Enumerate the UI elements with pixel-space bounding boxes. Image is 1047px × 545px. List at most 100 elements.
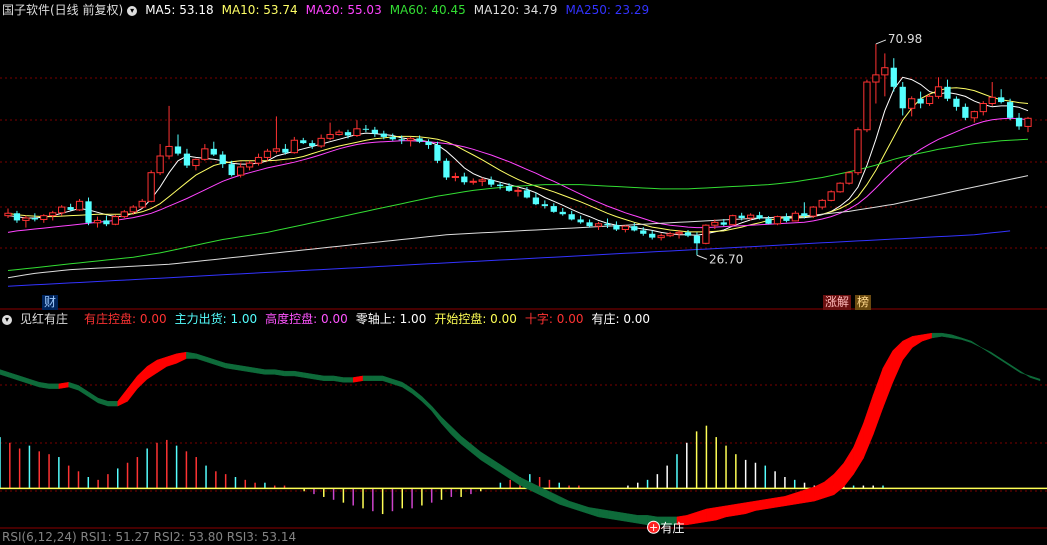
youzhuang-label: 有庄	[661, 520, 685, 535]
candle-body	[49, 212, 57, 217]
candle-body	[854, 129, 862, 174]
zhuang-band-segment	[392, 378, 403, 388]
zhuang-band-segment	[186, 351, 197, 359]
zhuang-band-segment	[323, 375, 334, 381]
candle-body	[550, 206, 557, 212]
candle-body	[505, 186, 513, 191]
zhuang-band-segment	[863, 394, 874, 459]
candle-body	[541, 204, 548, 207]
candlestick-chart: 70.98 26.70 + 有庄	[0, 32, 1047, 535]
candle-body	[478, 179, 486, 182]
candle-body	[631, 226, 638, 231]
candle-body	[756, 215, 763, 219]
ma-legend-item: MA120: 34.79	[473, 3, 558, 17]
limit-up-badge[interactable]: 涨解	[823, 295, 852, 310]
zhuang-band-segment	[274, 369, 285, 377]
zhuang-band-segment	[755, 499, 766, 511]
candle-body	[201, 148, 209, 160]
candle-body	[773, 216, 782, 225]
zhuang-band-segment	[176, 351, 187, 364]
candle-body	[783, 216, 790, 221]
zhuang-band-segment	[617, 511, 629, 522]
candle-body	[559, 211, 566, 215]
candle-body	[657, 235, 665, 239]
zhuang-band-segment	[78, 384, 89, 397]
zhuang-band-segment	[58, 381, 69, 389]
zhuang-band-segment	[313, 374, 325, 381]
zhuang-band-segment	[1010, 364, 1021, 374]
zhuang-band-segment	[88, 391, 99, 404]
settings-dropdown-icon[interactable]: ▾	[127, 5, 138, 16]
zhuang-band-segment	[931, 332, 943, 339]
candle-body	[747, 214, 755, 219]
candle-body	[827, 191, 835, 201]
candle-body	[4, 212, 12, 217]
zhuang-band-segment	[402, 381, 413, 394]
candle-body	[129, 206, 137, 213]
indicator-legend-item: 有庄: 0.00	[591, 312, 651, 326]
candle-body	[738, 215, 745, 219]
zhuang-band-segment	[382, 375, 393, 385]
zhuang-band-segment	[19, 375, 30, 385]
candle-body	[801, 213, 808, 217]
candle-body	[872, 74, 880, 83]
indicator-title[interactable]: 见红有庄	[20, 312, 68, 326]
zhuang-band-segment	[774, 496, 786, 508]
ma-line-ma250	[7, 230, 1011, 287]
candle-body	[1015, 117, 1023, 127]
zhuang-band-segment	[480, 451, 491, 467]
zhuang-band-segment	[470, 443, 482, 461]
zhuang-band-segment	[333, 375, 344, 383]
ranking-badge[interactable]: 榜	[855, 295, 872, 310]
main-chart-title[interactable]: 国子软件(日线 前复权)	[2, 3, 123, 17]
zhuang-band-segment	[794, 489, 805, 505]
ma-legend-item: MA10: 53.74	[221, 3, 298, 17]
zhuang-band-segment	[971, 340, 982, 348]
candle-body	[621, 225, 629, 230]
zhuang-band-segment	[941, 332, 952, 339]
candle-body	[290, 139, 298, 154]
candle-body	[371, 129, 378, 134]
candle-body	[317, 137, 325, 147]
zhuang-band-segment	[784, 492, 795, 507]
candle-body	[75, 200, 84, 211]
candle-body	[263, 150, 272, 158]
candle-body	[675, 231, 683, 235]
zhuang-band-segment	[686, 511, 697, 526]
candle-body	[103, 220, 110, 225]
ma-legend: MA5: 53.18 MA10: 53.74 MA20: 55.03 MA60: 40…	[145, 3, 657, 17]
zhuang-band-segment	[804, 486, 815, 503]
indicator-dropdown-icon[interactable]: ▾	[2, 314, 12, 325]
candle-body	[245, 162, 254, 168]
zhuang-band-segment	[608, 510, 619, 521]
indicator-legend-item: 高度控盘: 0.00	[265, 312, 348, 326]
financial-badge[interactable]: 财	[42, 295, 59, 310]
candle-body	[389, 136, 396, 140]
candle-body	[22, 217, 30, 221]
zhuang-band-segment	[195, 353, 207, 363]
indicator-legend-item: 有庄控盘: 0.00	[84, 312, 167, 326]
zhuang-band-segment	[490, 457, 501, 474]
ma-legend-item: MA250: 23.29	[565, 3, 650, 17]
candle-body	[326, 134, 334, 139]
zhuang-band-segment	[882, 349, 894, 408]
zhuang-band-segment	[529, 481, 540, 496]
zhuang-band-segment	[352, 375, 364, 383]
candle-body	[443, 160, 450, 178]
candle-body	[684, 232, 692, 236]
zhuang-band-segment	[853, 423, 864, 476]
indicator-legend-item: 零轴上: 1.00	[355, 312, 427, 326]
zhuang-band-segment	[696, 508, 707, 524]
zhuang-band-segment	[68, 381, 79, 391]
zhuang-band-segment	[254, 367, 266, 375]
candle-body	[120, 211, 128, 218]
zhuang-band-segment	[980, 347, 992, 355]
rsi-legend: RSI(6,12,24) RSI1: 51.27 RSI2: 53.80 RSI…	[2, 530, 297, 544]
zhuang-band-segment	[725, 503, 737, 518]
indicator-legend-item: 开始控盘: 0.00	[434, 312, 517, 326]
high-marker	[875, 39, 887, 45]
zhuang-band-segment	[892, 340, 903, 383]
candle-body	[962, 106, 969, 118]
candle-body	[523, 190, 531, 198]
zhuang-band-segment	[97, 397, 109, 407]
